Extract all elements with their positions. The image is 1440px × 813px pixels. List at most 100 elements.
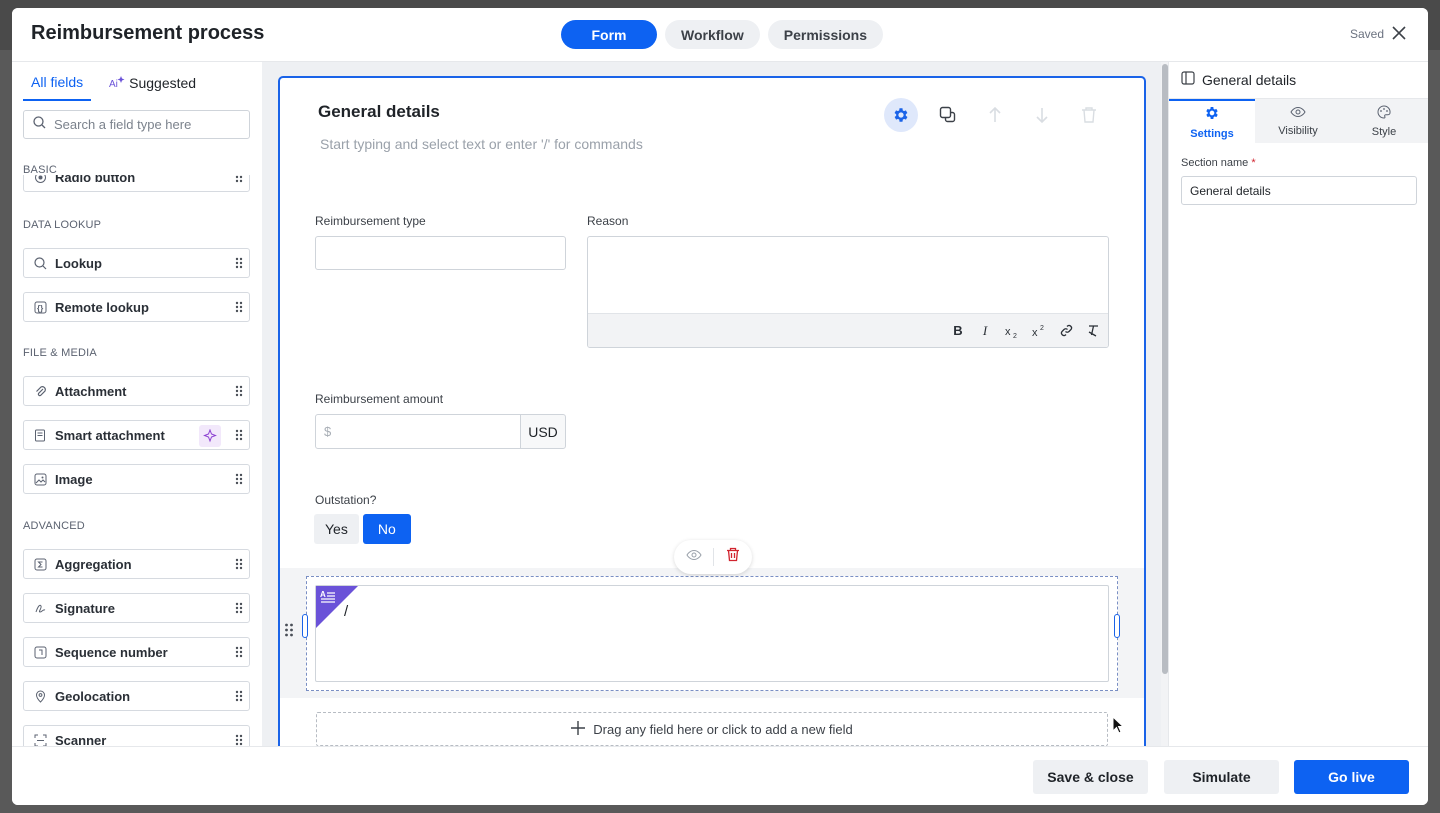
option-yes[interactable]: Yes: [314, 514, 359, 544]
drag-handle-icon[interactable]: [235, 429, 243, 441]
field-item-image[interactable]: Image: [23, 464, 250, 494]
selected-field-row: A /: [280, 568, 1144, 698]
rich-text-toolbar: B I x2 x2: [588, 313, 1108, 347]
section-advanced: ADVANCED: [23, 520, 85, 532]
currency-selector[interactable]: USD: [520, 414, 566, 449]
gear-icon: [1204, 105, 1220, 124]
field-item-radio-button[interactable]: Radio button: [23, 169, 250, 192]
move-up-icon[interactable]: [978, 98, 1012, 132]
field-item-aggregation[interactable]: Aggregation: [23, 549, 250, 579]
drag-handle-icon[interactable]: [284, 622, 294, 638]
field-label-reimbursement-type: Reimbursement type: [315, 214, 426, 228]
sequence-icon: [33, 645, 47, 659]
field-label-reimbursement-amount: Reimbursement amount: [315, 392, 444, 406]
search-icon: [33, 115, 46, 134]
tab-workflow[interactable]: Workflow: [665, 20, 760, 49]
tab-permissions[interactable]: Permissions: [767, 20, 884, 49]
form-builder-modal: Reimbursement process Form Workflow Perm…: [12, 8, 1428, 805]
eye-icon[interactable]: [686, 548, 702, 566]
resize-handle-left[interactable]: [302, 614, 308, 638]
clear-format-icon[interactable]: [1086, 324, 1100, 338]
ai-sparkle-icon: [199, 425, 221, 447]
tab-settings[interactable]: Settings: [1169, 99, 1255, 143]
add-field-dropzone[interactable]: Drag any field here or click to add a ne…: [316, 712, 1108, 746]
simulate-button[interactable]: Simulate: [1164, 760, 1279, 794]
tab-all-fields[interactable]: All fields: [23, 74, 92, 101]
field-search[interactable]: [23, 110, 250, 139]
field-item-label: Image: [55, 471, 93, 487]
tab-suggested[interactable]: Ai Suggested: [109, 74, 196, 101]
save-close-button[interactable]: Save & close: [1033, 760, 1148, 794]
bold-icon[interactable]: B: [951, 323, 965, 338]
drag-handle-icon[interactable]: [235, 734, 243, 746]
drag-handle-icon[interactable]: [235, 175, 243, 183]
tab-style[interactable]: Style: [1341, 99, 1427, 143]
reason-rich-text-editor[interactable]: B I x2 x2: [587, 236, 1109, 348]
field-item-scanner[interactable]: Scanner: [23, 725, 250, 746]
form-canvas: General details Start typing and select …: [262, 62, 1168, 746]
field-item-sequence-number[interactable]: Sequence number: [23, 637, 250, 667]
reimbursement-amount-input[interactable]: $ USD: [315, 414, 566, 449]
field-label-reason: Reason: [587, 214, 629, 228]
italic-icon[interactable]: I: [978, 323, 992, 338]
field-item-lookup[interactable]: Lookup: [23, 248, 250, 278]
drag-handle-icon[interactable]: [235, 301, 243, 313]
svg-text:x: x: [1032, 327, 1038, 338]
modal-header: Reimbursement process Form Workflow Perm…: [12, 8, 1428, 62]
eye-icon: [1290, 106, 1306, 121]
rich-text-content[interactable]: /: [344, 603, 348, 620]
columns-icon: [1181, 71, 1195, 88]
drag-handle-icon[interactable]: [235, 690, 243, 702]
move-down-icon[interactable]: [1025, 98, 1059, 132]
drag-handle-icon[interactable]: [235, 558, 243, 570]
resize-handle-right[interactable]: [1114, 614, 1120, 638]
section-name-label: Section name *: [1181, 157, 1256, 169]
drag-handle-icon[interactable]: [235, 646, 243, 658]
field-floating-toolbar: [674, 540, 752, 574]
option-no[interactable]: No: [362, 514, 411, 544]
section-card-general-details[interactable]: General details Start typing and select …: [278, 76, 1146, 746]
drag-handle-icon[interactable]: [235, 473, 243, 485]
mode-tabs: Form Workflow Permissions: [561, 20, 884, 49]
gear-icon[interactable]: [884, 98, 918, 132]
section-name-input[interactable]: [1181, 176, 1417, 205]
field-palette: All fields Ai Suggested BASIC Radio butt…: [12, 62, 262, 746]
field-item-signature[interactable]: Signature: [23, 593, 250, 623]
rich-text-block[interactable]: A /: [315, 585, 1109, 682]
drag-handle-icon[interactable]: [235, 385, 243, 397]
trash-icon[interactable]: [726, 547, 740, 567]
reimbursement-type-input[interactable]: [315, 236, 566, 270]
section-title[interactable]: General details: [318, 102, 440, 122]
superscript-icon[interactable]: x2: [1032, 324, 1046, 338]
drag-handle-icon[interactable]: [235, 257, 243, 269]
close-icon[interactable]: [1392, 24, 1408, 44]
field-item-smart-attachment[interactable]: Smart attachment: [23, 420, 250, 450]
tab-visibility[interactable]: Visibility: [1255, 99, 1341, 143]
signature-icon: [33, 601, 47, 615]
subscript-icon[interactable]: x2: [1005, 324, 1019, 338]
toolbar-divider: [713, 548, 715, 566]
field-item-remote-lookup[interactable]: {} Remote lookup: [23, 292, 250, 322]
drag-handle-icon[interactable]: [235, 602, 243, 614]
properties-tabs: Settings Visibility Style: [1169, 98, 1428, 143]
field-item-label: Radio button: [55, 169, 136, 185]
properties-title: General details: [1181, 71, 1296, 88]
section-toolbar: [884, 98, 1106, 132]
duplicate-icon[interactable]: [931, 98, 965, 132]
search-input[interactable]: [54, 117, 234, 132]
tab-suggested-label: Suggested: [129, 75, 197, 91]
scanner-icon: [33, 733, 47, 746]
tab-form[interactable]: Form: [561, 20, 657, 49]
field-item-geolocation[interactable]: Geolocation: [23, 681, 250, 711]
link-icon[interactable]: [1059, 324, 1073, 338]
rich-text-block-selection[interactable]: A /: [306, 576, 1118, 691]
section-description-placeholder[interactable]: Start typing and select text or enter '/…: [320, 136, 643, 152]
image-icon: [33, 472, 47, 486]
svg-text:x: x: [1005, 326, 1011, 338]
section-data-lookup: DATA LOOKUP: [23, 219, 102, 231]
field-item-attachment[interactable]: Attachment: [23, 376, 250, 406]
trash-icon[interactable]: [1072, 98, 1106, 132]
tab-settings-label: Settings: [1190, 127, 1234, 140]
svg-text:2: 2: [1040, 325, 1044, 332]
go-live-button[interactable]: Go live: [1294, 760, 1409, 794]
